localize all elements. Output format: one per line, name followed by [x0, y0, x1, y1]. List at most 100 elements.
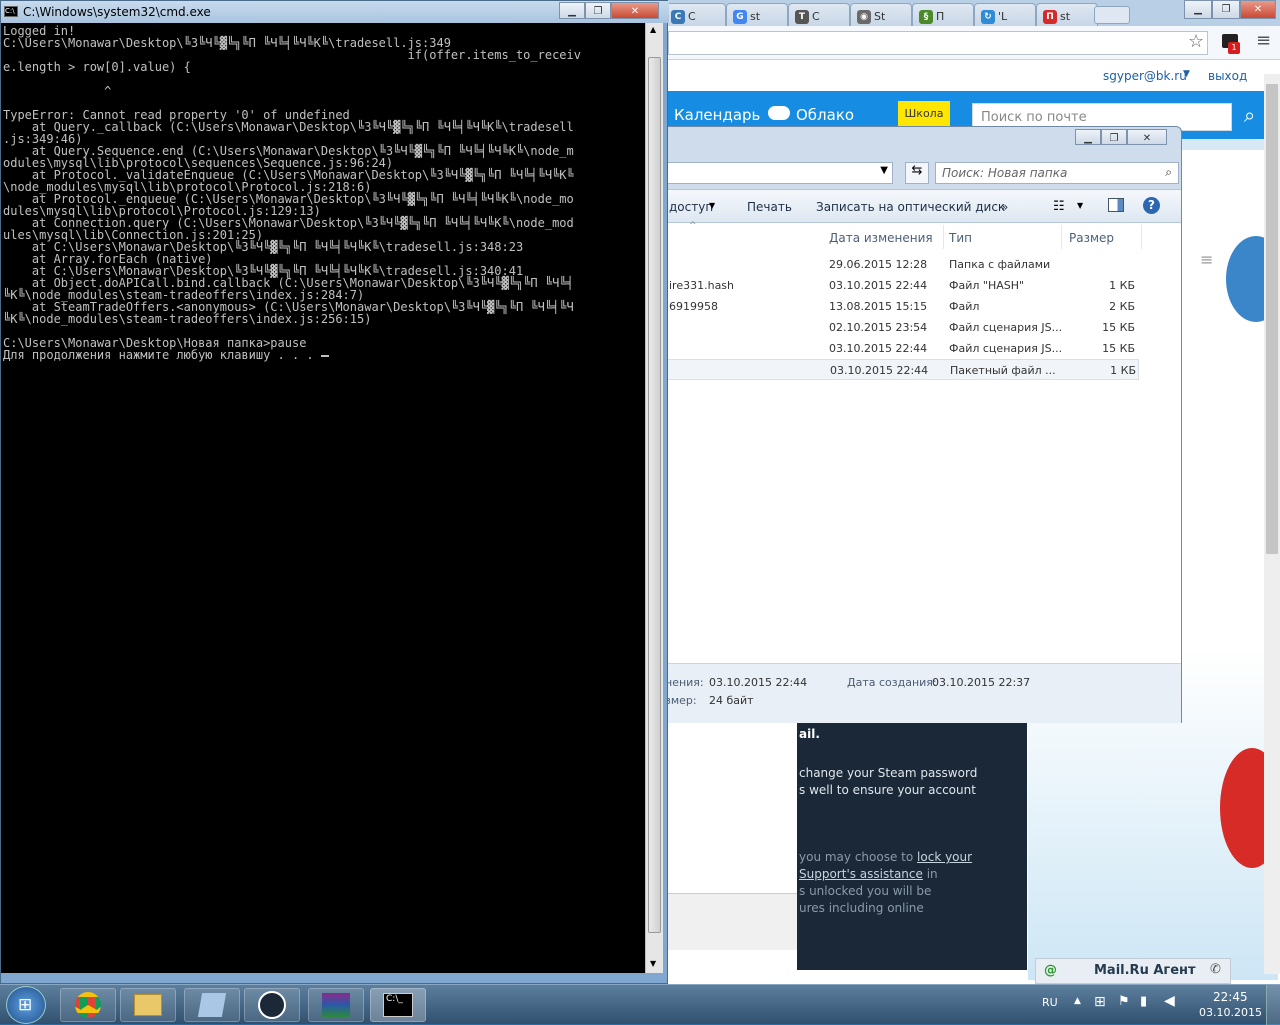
volume-icon[interactable]: ◀: [1164, 993, 1175, 1009]
network-icon[interactable]: ▮: [1140, 994, 1147, 1009]
cmd-icon: C:\_: [383, 993, 413, 1017]
browser-tab[interactable]: § П: [912, 3, 974, 26]
taskbar-app[interactable]: [184, 988, 240, 1022]
preview-pane-icon[interactable]: [1108, 198, 1124, 212]
explorer-maximize-button[interactable]: ❐: [1101, 129, 1127, 145]
windows-flag-icon[interactable]: ⊞: [1094, 994, 1106, 1010]
taskbar-winrar[interactable]: [308, 988, 364, 1022]
scrollbar-thumb[interactable]: [1266, 84, 1278, 554]
chevron-down-icon[interactable]: ▼: [880, 165, 888, 176]
file-type: Файл: [949, 300, 980, 313]
chevron-down-icon[interactable]: ▼: [1183, 69, 1190, 79]
browser-tab[interactable]: Gst: [726, 3, 788, 26]
show-hidden-icons[interactable]: ▲: [1074, 996, 1081, 1006]
bookmark-star-icon[interactable]: ☆: [1188, 31, 1204, 52]
nav-cloud[interactable]: Облако: [796, 106, 854, 124]
address-bar[interactable]: [668, 31, 1208, 55]
col-type[interactable]: Тип: [949, 231, 972, 245]
browser-scrollbar[interactable]: [1264, 74, 1280, 974]
maximize-button[interactable]: ❐: [1212, 0, 1240, 19]
phone-icon[interactable]: ✆: [1210, 962, 1221, 977]
lock-link[interactable]: lock your: [917, 850, 972, 864]
console-line: ╚К╚\node_modules\steam-tradeoffers\index…: [3, 312, 372, 326]
burn-disc-button[interactable]: Записать на оптический диск: [816, 200, 1005, 214]
new-tab-button[interactable]: [1094, 6, 1130, 24]
browser-tab[interactable]: СС: [664, 3, 726, 26]
created-label: Дата создания:: [847, 676, 937, 689]
file-modified: 03.10.2015 22:44: [829, 342, 928, 355]
browser-tab[interactable]: ↻ 'L: [974, 3, 1036, 26]
extension-icon[interactable]: 1: [1222, 34, 1240, 54]
cmd-close-button[interactable]: ✕: [611, 2, 659, 19]
menu-icon[interactable]: ≡: [1256, 30, 1271, 51]
mail-agent-bar[interactable]: @ Mail.Ru Агент ✆: [1035, 958, 1231, 984]
search-icon[interactable]: ⌕: [1165, 165, 1172, 180]
search-icon[interactable]: ⌕: [1244, 103, 1255, 127]
explorer-search-input[interactable]: Поиск: Новая папка ⌕: [935, 162, 1179, 184]
user-email[interactable]: sgyper@bk.ru: [1103, 69, 1187, 83]
start-button[interactable]: ⊞: [6, 986, 46, 1024]
chevron-down-icon[interactable]: ▼: [1077, 201, 1083, 210]
file-row[interactable]: 29.06.2015 12:28 Папка с файлами: [661, 254, 1139, 275]
browser-tab-strip: С С Gst T С ◉ St § П ↻ 'L Пst ▁ ❐ ✕: [660, 0, 1280, 26]
close-button[interactable]: ✕: [1240, 0, 1276, 19]
more-commands-button[interactable]: »: [1001, 200, 1008, 214]
show-desktop-button[interactable]: [1266, 985, 1280, 1025]
file-row[interactable]: ire331.hash 03.10.2015 22:44 Файл "HASH" 1 …: [661, 275, 1139, 296]
support-link[interactable]: Support's assistance: [799, 867, 923, 881]
file-name: 6919958: [669, 300, 718, 313]
taskbar-chrome[interactable]: [60, 988, 116, 1022]
browser-tab[interactable]: ◉ St: [850, 3, 912, 26]
file-row[interactable]: 03.10.2015 22:44 Пакетный файл ... 1 КБ: [661, 359, 1139, 380]
file-row[interactable]: 03.10.2015 22:44 Файл сценария JS... 15 КБ: [661, 338, 1139, 359]
scroll-up-icon[interactable]: ▲: [650, 25, 656, 34]
console-line: e.length > row[0].value) {: [3, 60, 191, 74]
menu-lines-icon[interactable]: ≡: [1200, 250, 1213, 269]
school-badge[interactable]: Школа: [898, 101, 950, 127]
taskbar-steam[interactable]: [244, 988, 300, 1022]
col-divider[interactable]: [1061, 225, 1062, 249]
col-size[interactable]: Размер: [1069, 231, 1114, 245]
browser-tab[interactable]: TС: [788, 3, 850, 26]
col-divider[interactable]: [1141, 225, 1142, 249]
minimize-button[interactable]: ▁: [1184, 0, 1212, 19]
text-cursor: [320, 354, 329, 357]
modified-value: 03.10.2015 22:44: [709, 676, 808, 689]
file-size: 15 КБ: [1102, 342, 1135, 355]
explorer-address-bar[interactable]: ▼: [661, 162, 893, 184]
tab-favicon-icon: П: [1043, 9, 1057, 24]
taskbar-cmd[interactable]: C:\_: [370, 988, 426, 1022]
tab-label: st: [750, 10, 761, 23]
taskbar-explorer[interactable]: [120, 988, 176, 1022]
explorer-close-button[interactable]: ✕: [1127, 129, 1167, 145]
refresh-icon[interactable]: ⇆: [905, 162, 929, 184]
action-center-flag-icon[interactable]: ⚑: [1118, 994, 1130, 1009]
help-icon[interactable]: ?: [1143, 197, 1160, 214]
cmd-title: C:\Windows\system32\cmd.exe: [23, 5, 211, 19]
cmd-scrollbar[interactable]: ▲ ▼: [645, 23, 663, 973]
console-output[interactable]: Logged in! C:\Users\Monawar\Desktop\╚З╚Ч╚…: [1, 23, 645, 973]
clock-date[interactable]: 03.10.2015: [1199, 1006, 1262, 1019]
view-options-icon[interactable]: ☷: [1053, 199, 1065, 214]
clock-time[interactable]: 22:45: [1213, 990, 1248, 1004]
size-value: 24 байт: [709, 694, 754, 707]
share-access-menu[interactable]: доступ: [669, 200, 713, 214]
logout-link[interactable]: выход: [1208, 69, 1247, 83]
file-row[interactable]: 6919958 13.08.2015 15:15 Файл 2 КБ: [661, 296, 1139, 317]
file-row[interactable]: 02.10.2015 23:54 Файл сценария JS... 15 КБ: [661, 317, 1139, 338]
nav-calendar[interactable]: Календарь: [674, 106, 760, 124]
created-value: 03.10.2015 22:37: [932, 676, 1031, 689]
browser-tab[interactable]: Пst: [1036, 3, 1098, 26]
scrollbar-thumb[interactable]: [648, 57, 661, 933]
col-modified[interactable]: Дата изменения: [829, 231, 933, 245]
language-indicator[interactable]: RU: [1042, 996, 1058, 1009]
cmd-minimize-button[interactable]: ▁: [559, 2, 585, 19]
cmd-maximize-button[interactable]: ❐: [585, 2, 611, 19]
steam-p2: s well to ensure your account: [799, 783, 976, 797]
file-modified: 13.08.2015 15:15: [829, 300, 928, 313]
explorer-address-row: ▼ ⇆ Поиск: Новая папка ⌕: [661, 161, 1181, 187]
print-button[interactable]: Печать: [747, 200, 792, 214]
col-divider[interactable]: [943, 225, 944, 249]
explorer-minimize-button[interactable]: ▁: [1075, 129, 1101, 145]
scroll-down-icon[interactable]: ▼: [650, 959, 656, 968]
